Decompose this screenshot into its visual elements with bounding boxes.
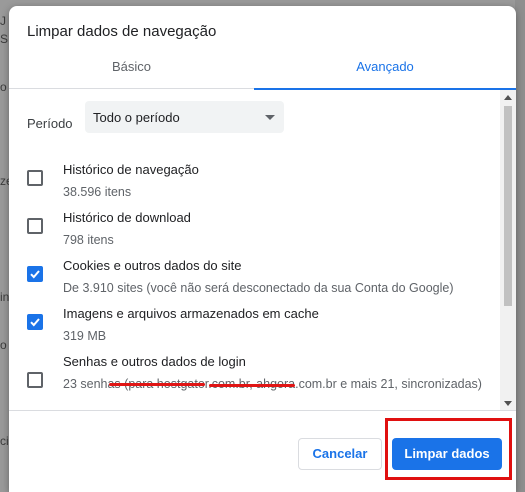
redaction-mark [109,383,205,386]
option-subtitle: 798 itens [63,233,114,247]
option-title: Imagens e arquivos armazenados em cache [63,306,319,321]
checkbox-passwords[interactable] [27,372,43,388]
redaction-mark [209,384,295,387]
options-panel: Período Todo o período Histórico de nave… [9,90,516,410]
period-dropdown[interactable]: Todo o período [85,101,284,133]
checkbox-browsing-history[interactable] [27,170,43,186]
option-subtitle: 38.596 itens [63,185,132,199]
check-icon [30,318,40,327]
check-icon [30,270,40,279]
checkbox-cookies[interactable] [27,266,43,282]
scroll-down-icon[interactable] [504,401,512,406]
scrollbar-thumb[interactable] [504,106,512,306]
clear-data-button[interactable]: Limpar dados [392,438,502,470]
option-title: Histórico de download [63,210,191,225]
option-subtitle: De 3.910 sites (você não será desconecta… [63,281,454,295]
scrollbar[interactable] [500,90,516,410]
option-title: Histórico de navegação [63,162,199,177]
checkbox-download-history[interactable] [27,218,43,234]
period-selected-value: Todo o período [93,110,180,125]
cancel-button[interactable]: Cancelar [298,438,382,470]
caret-down-icon [265,115,275,120]
backdrop-right-strip [515,0,525,492]
dialog-footer: Cancelar Limpar dados [9,410,516,492]
tab-advanced[interactable]: Avançado [254,52,516,90]
option-title: Senhas e outros dados de login [63,354,246,369]
dialog-title: Limpar dados de navegação [27,23,217,40]
tab-advanced-label: Avançado [356,59,414,74]
tab-basic[interactable]: Básico [9,52,254,89]
checkbox-cached-images[interactable] [27,314,43,330]
period-label: Período [27,116,73,131]
scroll-up-icon[interactable] [504,95,512,100]
tab-bar: Básico Avançado [9,52,516,90]
option-title: Cookies e outros dados do site [63,258,242,273]
option-subtitle: 319 MB [63,329,107,343]
clear-browsing-data-dialog: Limpar dados de navegação Básico Avançad… [9,6,516,492]
